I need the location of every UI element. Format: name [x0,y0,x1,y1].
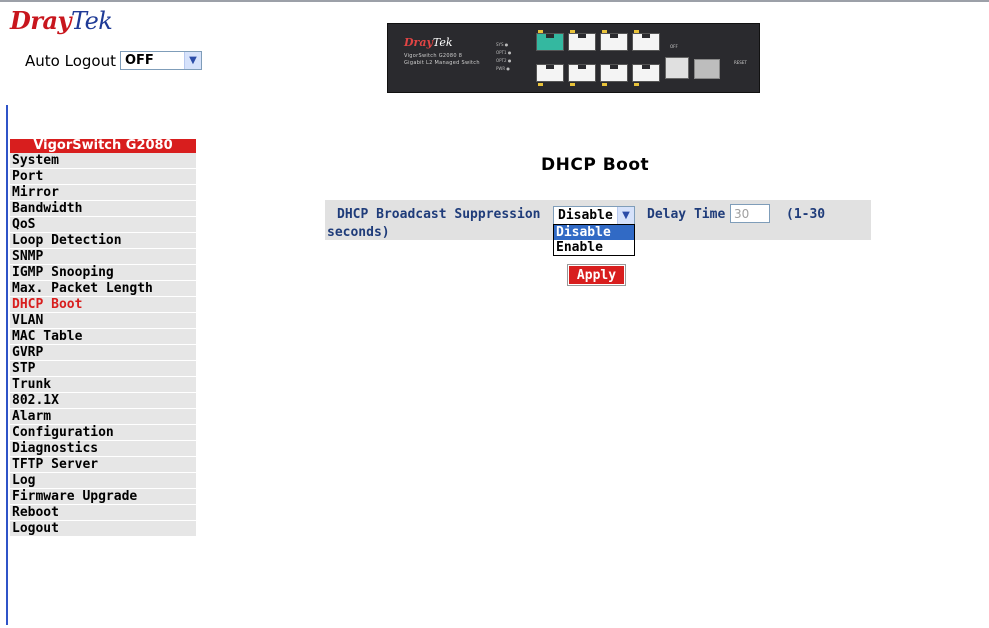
sidebar-item-vlan[interactable]: VLAN [10,313,196,329]
port-led [570,30,575,33]
sidebar-item-gvrp[interactable]: GVRP [10,345,196,361]
device-led-labels: SYS ● OPT1 ● OPT2 ● PWR ● [496,42,512,71]
sidebar-item-max-packet-length[interactable]: Max. Packet Length [10,281,196,297]
port-led [634,83,639,86]
device-subtitle: VigorSwitch G2080 8 Gigabit L2 Managed S… [404,53,480,66]
sidebar-item-snmp[interactable]: SNMP [10,249,196,265]
sidebar-item-diagnostics[interactable]: Diagnostics [10,441,196,457]
sidebar-item-configuration[interactable]: Configuration [10,425,196,441]
device-sfp-port [665,57,689,79]
sidebar-item-tftp-server[interactable]: TFTP Server [10,457,196,473]
device-port-4 [632,33,660,51]
sidebar-item-alarm[interactable]: Alarm [10,409,196,425]
left-frame-border [6,105,8,625]
sidebar-item-loop-detection[interactable]: Loop Detection [10,233,196,249]
sidebar-item-firmware-upgrade[interactable]: Firmware Upgrade [10,489,196,505]
broadcast-suppression-dropdown: Disable Enable [553,224,635,256]
broadcast-suppression-label: DHCP Broadcast Suppression [337,207,541,222]
device-port-6 [568,64,596,82]
device-off-label: OFF [670,44,678,49]
sidebar-item-bandwidth[interactable]: Bandwidth [10,201,196,217]
device-port-7 [600,64,628,82]
device-logo: DrayTek [404,36,453,49]
top-divider [0,0,989,2]
chevron-down-icon[interactable]: ▼ [617,207,634,224]
delay-time-label: Delay Time [647,207,726,222]
sidebar-item-trunk[interactable]: Trunk [10,377,196,393]
port-led [602,83,607,86]
auto-logout-control: Auto Logout OFF ▼ [25,51,202,70]
broadcast-suppression-selectbox[interactable]: Disable ▼ [553,205,635,226]
dropdown-option-enable[interactable]: Enable [554,240,634,255]
dropdown-option-disable[interactable]: Disable [554,225,634,240]
sidebar-item-qos[interactable]: QoS [10,217,196,233]
draytek-logo: DrayTek [10,6,113,35]
port-led [538,83,543,86]
auto-logout-select[interactable]: OFF ▼ [119,51,202,70]
broadcast-suppression-select[interactable]: Disable ▼ [553,204,635,226]
auto-logout-label: Auto Logout [25,51,116,70]
delay-time-input[interactable] [730,204,770,223]
range-unit-label: seconds) [327,225,390,240]
device-port-8 [632,64,660,82]
port-led [570,83,575,86]
sidebar-item-mirror[interactable]: Mirror [10,185,196,201]
device-reset-label: RESET [734,60,747,65]
sidebar-title: VigorSwitch G2080 [10,139,196,153]
page-title: DHCP Boot [541,155,650,175]
sidebar-item-logout[interactable]: Logout [10,521,196,537]
port-led [634,30,639,33]
device-port-1 [536,33,564,51]
sidebar-nav: VigorSwitch G2080 System Port Mirror Bandwi… [10,139,196,537]
sidebar-item-reboot[interactable]: Reboot [10,505,196,521]
chevron-down-icon[interactable]: ▼ [183,52,201,69]
device-port-3 [600,33,628,51]
sidebar-item-stp[interactable]: STP [10,361,196,377]
sidebar-item-system[interactable]: System [10,153,196,169]
device-port-2 [568,33,596,51]
apply-button[interactable]: Apply [567,264,626,286]
port-led [602,30,607,33]
auto-logout-value: OFF [124,53,154,68]
sidebar-item-802-1x[interactable]: 802.1X [10,393,196,409]
delay-range-label: (1-30 [786,207,826,222]
sidebar-item-log[interactable]: Log [10,473,196,489]
sidebar-item-mac-table[interactable]: MAC Table [10,329,196,345]
device-port-5 [536,64,564,82]
sidebar-item-igmp-snooping[interactable]: IGMP Snooping [10,265,196,281]
port-led [538,30,543,33]
broadcast-suppression-value: Disable [558,208,613,223]
switch-device-image: DrayTek VigorSwitch G2080 8 Gigabit L2 M… [387,23,760,93]
device-sfp-slot [694,59,720,79]
sidebar-item-port[interactable]: Port [10,169,196,185]
sidebar-item-dhcp-boot[interactable]: DHCP Boot [10,297,196,313]
